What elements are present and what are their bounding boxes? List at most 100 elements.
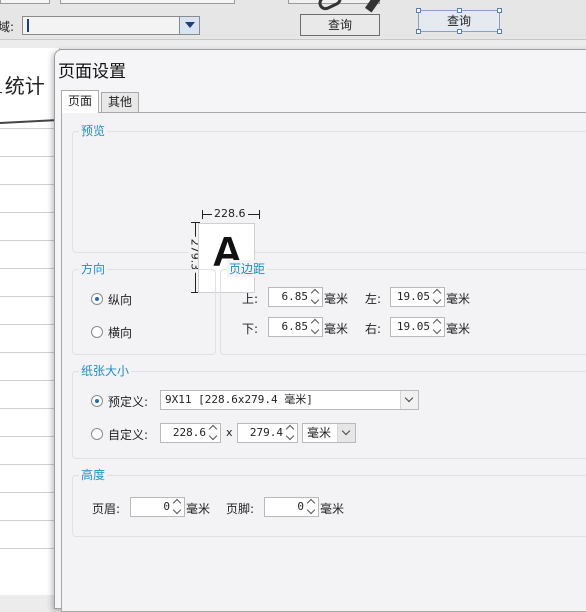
paper-size-group-title: 纸张大小 bbox=[79, 362, 132, 379]
resize-handle[interactable] bbox=[497, 8, 502, 13]
sheet-row bbox=[0, 128, 55, 129]
paper-size-group: 纸张大小 bbox=[72, 362, 586, 459]
sheet-row bbox=[0, 380, 55, 381]
chevron-down-icon[interactable] bbox=[400, 391, 418, 409]
margin-left-input[interactable]: 19.05 bbox=[390, 287, 445, 307]
background-top-strip bbox=[0, 0, 586, 6]
margin-right-label: 右: bbox=[365, 322, 382, 336]
dialog-title: 页面设置 bbox=[58, 62, 126, 82]
background-field-1[interactable] bbox=[0, 0, 50, 4]
chevron-down-icon[interactable] bbox=[285, 433, 296, 442]
margin-left-unit: 毫米 bbox=[446, 292, 471, 306]
resize-handle[interactable] bbox=[497, 29, 502, 34]
sheet-row bbox=[0, 520, 55, 521]
header-height-value: 0 bbox=[163, 500, 170, 513]
resize-handle[interactable] bbox=[457, 8, 462, 13]
predefined-paper-value: 9X11 [228.6x279.4 毫米] bbox=[165, 393, 313, 406]
footer-height-value: 0 bbox=[297, 500, 304, 513]
margin-top-label: 上: bbox=[242, 292, 259, 306]
spin-buttons bbox=[309, 318, 322, 336]
sheet-row bbox=[0, 436, 55, 437]
chevron-down-icon[interactable] bbox=[306, 507, 317, 516]
sheet-row bbox=[0, 464, 55, 465]
background-report-sheet bbox=[0, 48, 60, 595]
margin-left-label: 左: bbox=[365, 292, 382, 306]
resize-handle[interactable] bbox=[416, 29, 421, 34]
custom-height-value: 279.4 bbox=[249, 426, 283, 439]
query-button-selected[interactable]: 查询 bbox=[416, 8, 502, 34]
tab-other[interactable]: 其他 bbox=[101, 92, 139, 112]
preview-width-dimension: 228.6 bbox=[202, 207, 260, 220]
portrait-radio[interactable] bbox=[91, 293, 103, 305]
sheet-row bbox=[0, 240, 55, 241]
spin-buttons bbox=[284, 424, 297, 442]
sheet-row bbox=[0, 408, 55, 409]
spin-buttons bbox=[305, 498, 318, 516]
sheet-row bbox=[0, 492, 55, 493]
sheet-row bbox=[0, 184, 55, 185]
margin-right-unit: 毫米 bbox=[446, 322, 471, 336]
sheet-row bbox=[0, 296, 55, 297]
custom-radio[interactable] bbox=[91, 428, 103, 440]
height-group-title: 高度 bbox=[79, 466, 108, 483]
spin-buttons bbox=[431, 288, 444, 306]
predefined-label[interactable]: 预定义: bbox=[108, 393, 148, 410]
sheet-row bbox=[0, 352, 55, 353]
custom-height-input[interactable]: 279.4 bbox=[237, 423, 298, 443]
custom-label[interactable]: 自定义: bbox=[108, 426, 148, 443]
header-label: 页眉: bbox=[92, 502, 121, 516]
margins-group: 页边距 bbox=[220, 260, 586, 355]
footer-height-input[interactable]: 0 bbox=[264, 497, 319, 517]
custom-unit-select[interactable]: 毫米 bbox=[302, 423, 356, 443]
text-caret bbox=[27, 19, 29, 32]
background-field-label: 域: bbox=[0, 20, 15, 34]
header-height-unit: 毫米 bbox=[186, 502, 211, 516]
sheet-row bbox=[0, 548, 55, 549]
predefined-paper-select[interactable]: 9X11 [228.6x279.4 毫米] bbox=[160, 390, 419, 410]
query-button[interactable]: 查询 bbox=[300, 14, 380, 36]
margin-bottom-value: 6.85 bbox=[281, 320, 309, 333]
background-dropdown[interactable] bbox=[22, 16, 200, 35]
landscape-radio[interactable] bbox=[91, 326, 103, 338]
predefined-radio[interactable] bbox=[91, 395, 103, 407]
chevron-down-icon[interactable] bbox=[432, 327, 443, 336]
chevron-down-icon[interactable] bbox=[310, 297, 321, 306]
margin-top-input[interactable]: 6.85 bbox=[268, 287, 323, 307]
background-report-title: 1统计 bbox=[0, 74, 45, 98]
margin-top-unit: 毫米 bbox=[324, 292, 349, 306]
margins-group-title: 页边距 bbox=[227, 260, 268, 277]
chevron-down-icon[interactable] bbox=[432, 297, 443, 306]
landscape-label[interactable]: 横向 bbox=[108, 324, 132, 341]
chevron-down-icon[interactable] bbox=[179, 17, 199, 34]
tab-page-panel: 预览 228.6 279.3 A 方向 纵向 横向 页边距 上: 6.85 毫米… bbox=[61, 112, 586, 612]
chevron-down-icon[interactable] bbox=[208, 433, 219, 442]
preview-group: 预览 bbox=[72, 122, 586, 253]
preview-width-value: 228.6 bbox=[212, 207, 248, 220]
spin-buttons bbox=[309, 288, 322, 306]
footer-label: 页脚: bbox=[226, 502, 255, 516]
margin-bottom-input[interactable]: 6.85 bbox=[268, 317, 323, 337]
margin-left-value: 19.05 bbox=[396, 290, 430, 303]
chevron-down-icon[interactable] bbox=[337, 424, 355, 442]
chevron-down-icon[interactable] bbox=[310, 327, 321, 336]
portrait-label[interactable]: 纵向 bbox=[108, 291, 132, 308]
sheet-row bbox=[0, 212, 55, 213]
background-field-2[interactable] bbox=[60, 0, 235, 4]
resize-handle[interactable] bbox=[416, 8, 421, 13]
margin-right-input[interactable]: 19.05 bbox=[390, 317, 445, 337]
sheet-row bbox=[0, 268, 55, 269]
chevron-down-icon[interactable] bbox=[172, 507, 183, 516]
query-button-label: 查询 bbox=[446, 14, 471, 28]
spin-buttons bbox=[431, 318, 444, 336]
margin-top-value: 6.85 bbox=[281, 290, 309, 303]
resize-handle[interactable] bbox=[457, 29, 462, 34]
orientation-group: 方向 bbox=[72, 260, 216, 355]
page-setup-dialog: 页面设置 页面 其他 预览 228.6 279.3 A 方向 纵向 横向 页边距… bbox=[54, 49, 586, 612]
dimension-tick bbox=[259, 210, 260, 219]
custom-unit-value: 毫米 bbox=[307, 426, 332, 440]
times-sign: x bbox=[226, 426, 233, 439]
custom-width-input[interactable]: 228.6 bbox=[160, 423, 221, 443]
orientation-group-title: 方向 bbox=[79, 260, 108, 277]
tab-page[interactable]: 页面 bbox=[61, 90, 99, 113]
header-height-input[interactable]: 0 bbox=[130, 497, 185, 517]
